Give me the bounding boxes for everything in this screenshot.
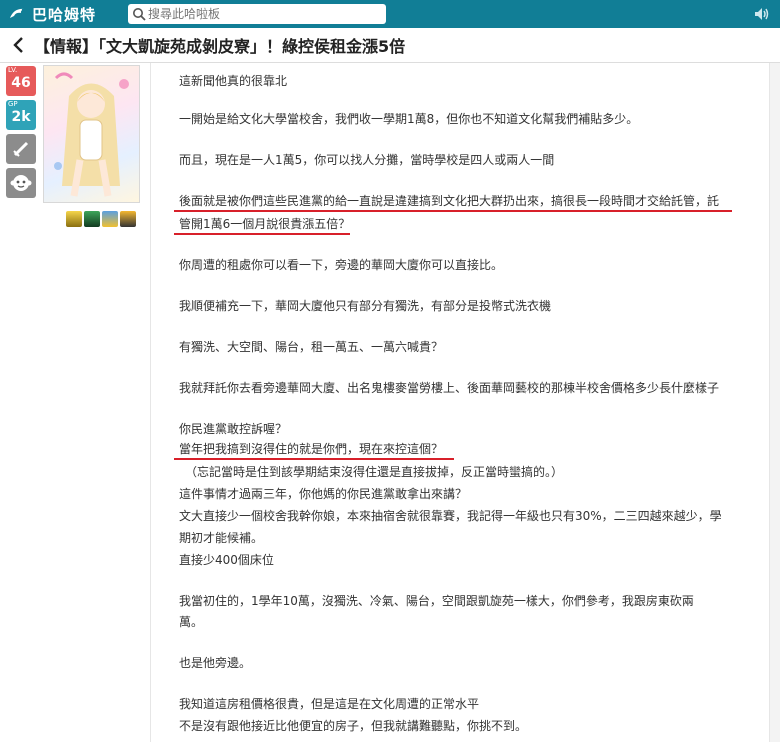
red-underline	[174, 233, 350, 235]
thread-title-bar: 【情報】「文大凱旋苑成剝皮寮」！綠控侯租金漲5倍	[0, 28, 780, 63]
post-line: 後面就是被你們這些民進黨的給一直說是違建搞到文化把大群扔出來，搞很長一段時間才交…	[179, 194, 720, 208]
gp-value: 2k	[11, 109, 31, 125]
search-box[interactable]	[128, 4, 386, 24]
gp-label: GP	[8, 100, 18, 108]
level-label: LV.	[8, 66, 18, 74]
level-badge: LV. 46	[6, 66, 36, 96]
logo-text: 巴哈姆特	[32, 5, 97, 24]
level-value: 46	[11, 75, 31, 91]
volume-icon[interactable]	[754, 6, 770, 22]
medal-icon[interactable]	[102, 211, 118, 227]
post-line: 當年把我搞到沒得住的就是你們，現在來控這個？	[179, 442, 444, 456]
user-info-column: LV. 46 GP 2k	[0, 63, 44, 742]
post-line: 管開1萬6一個月說很貴漲五倍？	[179, 217, 351, 231]
scrollbar[interactable]	[770, 63, 780, 742]
sword-icon[interactable]	[6, 134, 36, 164]
medal-icon[interactable]	[84, 211, 100, 227]
gp-badge: GP 2k	[6, 100, 36, 130]
red-underline	[174, 210, 732, 212]
post-line: 我順便補充一下，華岡大廈他只有部分有獨洗，有部分是投幣式洗衣機	[179, 299, 552, 313]
post-line: 不是沒有跟他接近比他便宜的房子，但我就講難聽點，你挑不到。	[179, 719, 528, 733]
back-button[interactable]	[12, 37, 26, 53]
post-line: 直接少400個床位	[179, 553, 274, 567]
post-line: 這件事情才過兩三年，你他媽的你民進黨敢拿出來講？	[179, 487, 468, 501]
site-logo[interactable]: 巴哈姆特	[8, 4, 120, 25]
post-line: 我知道這房租價格很貴，但是這是在文化周遭的正常水平	[179, 697, 480, 711]
monkey-face-icon[interactable]	[6, 168, 36, 198]
medal-icon[interactable]	[120, 211, 136, 227]
search-icon	[133, 8, 146, 21]
avatar[interactable]	[43, 65, 140, 203]
post-area: LV. 46 GP 2k 這新聞他真的很靠北 一開始是給文化大學當校舍，我們收一…	[0, 63, 780, 742]
post-line: 有獨洗、大空間、陽台，租一萬五、一萬六喊貴？	[179, 340, 444, 354]
search-input[interactable]	[146, 4, 370, 24]
post-line: 也是他旁邊。	[179, 656, 252, 670]
post-line: 文大直接少一個校舍我幹你娘，本來抽宿舍就很靠賽，我記得一年級也只有30%，二三四…	[179, 509, 722, 523]
thread-title: 【情報】「文大凱旋苑成剝皮寮」！綠控侯租金漲5倍	[34, 37, 406, 56]
post-line: 這新聞他真的很靠北	[179, 74, 288, 88]
post-body: 這新聞他真的很靠北 一開始是給文化大學當校舍，我們收一學期1萬8，但你也不知道文…	[150, 63, 770, 742]
post-line: 而且，現在是一人1萬5，你可以找人分攤，當時學校是四人或兩人一間	[179, 153, 555, 167]
medal-icon[interactable]	[66, 211, 82, 227]
dragon-logo-icon	[10, 8, 25, 18]
post-line: 一開始是給文化大學當校舍，我們收一學期1萬8，但你也不知道文化幫我們補貼多少。	[179, 112, 639, 126]
post-line: 你民進黨敢控訴喔？	[179, 422, 288, 436]
post-line: 萬。	[179, 615, 204, 629]
red-underline	[174, 458, 454, 460]
chevron-left-icon	[13, 37, 23, 53]
post-line: 我當初住的，1學年10萬，沒獨洗、冷氣、陽台，空間跟凱旋苑一樣大，你們參考，我跟…	[179, 594, 694, 608]
post-line: 你周遭的租處你可以看一下，旁邊的華岡大廈你可以直接比。	[179, 258, 504, 272]
post-line: 期初才能候補。	[179, 531, 264, 545]
medal-icons	[66, 211, 136, 227]
post-line: （忘記當時是住到該學期結束沒得住還是直接拔掉，反正當時蠻搞的。）	[185, 465, 564, 479]
post-line: 我就拜託你去看旁邊華岡大廈、出名鬼樓麥當勞樓上、後面華岡藝校的那棟半校舍價格多少…	[179, 381, 720, 395]
top-navigation-bar: 巴哈姆特	[0, 0, 780, 28]
